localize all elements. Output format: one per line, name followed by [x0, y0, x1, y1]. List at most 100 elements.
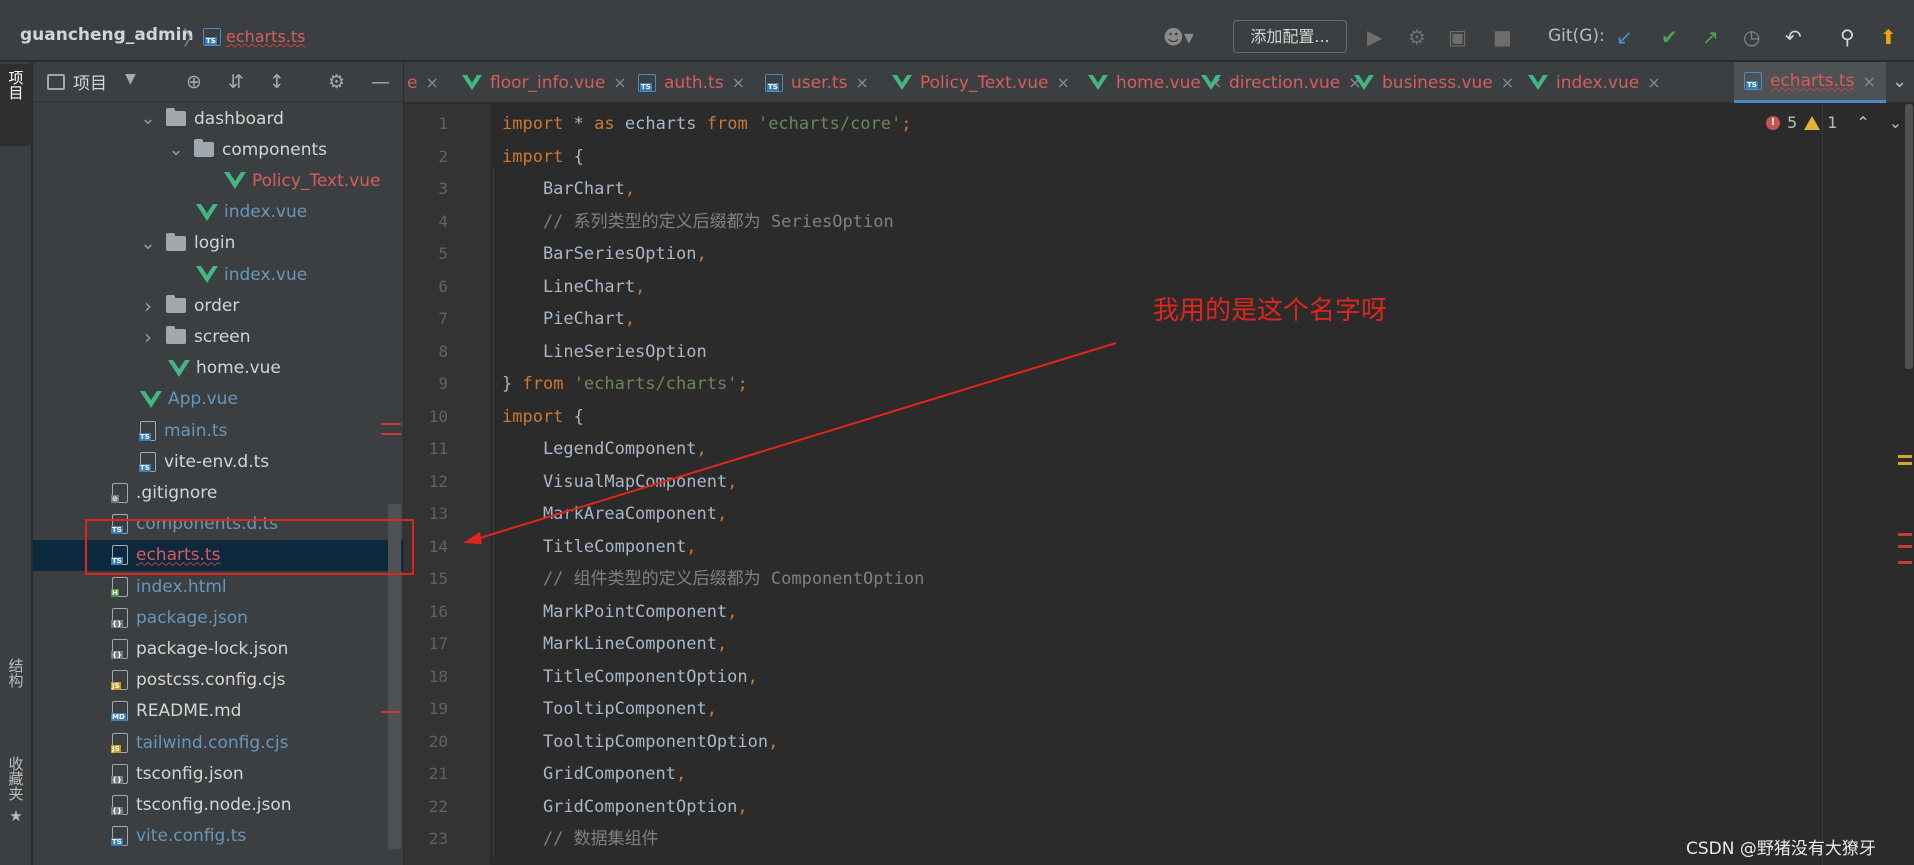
editor-tab[interactable]: user.ts ×: [765, 62, 869, 103]
close-icon[interactable]: ×: [855, 73, 868, 92]
tree-file[interactable]: {} tsconfig.node.json: [33, 789, 403, 820]
gear-icon[interactable]: ⚙: [328, 71, 345, 93]
code-line[interactable]: PieChart,: [502, 303, 635, 335]
run-icon[interactable]: ▶: [1367, 25, 1382, 49]
editor-tab[interactable]: echarts.ts ×: [1734, 62, 1886, 103]
chevron-right-icon[interactable]: ›: [140, 294, 156, 318]
code-line[interactable]: TooltipComponent,: [502, 693, 717, 725]
editor-scrollbar[interactable]: [1905, 104, 1913, 369]
coverage-icon[interactable]: ▣: [1448, 25, 1467, 49]
code-line[interactable]: // 数据集组件: [502, 823, 659, 855]
error-stripe-marker[interactable]: [1898, 545, 1912, 548]
code-line[interactable]: // 系列类型的定义后缀都为 SeriesOption: [502, 206, 894, 238]
collapse-all-icon[interactable]: ↕: [269, 71, 285, 93]
tree-folder[interactable]: ⌄ components: [33, 134, 403, 165]
code-line[interactable]: BarSeriesOption,: [502, 238, 707, 270]
code-line[interactable]: TitleComponentOption,: [502, 661, 758, 693]
close-icon[interactable]: ×: [732, 73, 745, 92]
breadcrumb-project[interactable]: guancheng_admin: [20, 25, 194, 45]
locate-icon[interactable]: ⊕: [186, 71, 202, 93]
code-line[interactable]: GridComponent,: [502, 758, 686, 790]
code-line[interactable]: GridComponentOption,: [502, 791, 748, 823]
code-line[interactable]: LineChart,: [502, 271, 645, 303]
editor-tab[interactable]: direction.vue ×: [1201, 62, 1362, 103]
tree-file[interactable]: Policy_Text.vue: [33, 165, 403, 196]
chevron-down-icon[interactable]: ⌄: [140, 108, 156, 129]
git-push-icon[interactable]: ↗: [1702, 25, 1719, 49]
editor-tab[interactable]: floor_info.vue ×: [462, 62, 627, 103]
tree-file[interactable]: TS main.ts: [33, 415, 403, 446]
add-configuration-button[interactable]: 添加配置...: [1233, 20, 1347, 53]
code-line[interactable]: import {: [502, 401, 584, 433]
undo-icon[interactable]: ↶: [1785, 25, 1802, 49]
chevron-up-icon[interactable]: ⌃: [1856, 113, 1869, 132]
tree-file[interactable]: {} tsconfig.json: [33, 758, 403, 789]
tree-file[interactable]: TS vite-env.d.ts: [33, 446, 403, 477]
warning-stripe-marker[interactable]: [1898, 462, 1912, 465]
minimize-icon[interactable]: —: [371, 71, 390, 93]
bookmarks-tool-tab[interactable]: 收藏夹 ★: [0, 750, 32, 845]
editor-tab[interactable]: auth.ts ×: [638, 62, 745, 103]
tree-file[interactable]: home.vue: [33, 353, 403, 384]
user-icon[interactable]: ☻▾: [1163, 25, 1194, 49]
code-line[interactable]: VisualMapComponent,: [502, 466, 737, 498]
code-line[interactable]: } from 'echarts/charts';: [502, 368, 748, 400]
warning-stripe-marker[interactable]: [1898, 455, 1912, 458]
close-icon[interactable]: ×: [1056, 73, 1069, 92]
editor-tab[interactable]: index.vue ×: [1528, 62, 1661, 103]
project-tool-tab[interactable]: 项目: [0, 64, 32, 146]
code-line[interactable]: MarkLineComponent,: [502, 628, 727, 660]
close-icon[interactable]: ×: [425, 73, 438, 92]
chevron-right-icon[interactable]: ›: [140, 325, 156, 349]
code-line[interactable]: import * as echarts from 'echarts/core';: [502, 108, 912, 140]
chevron-down-icon[interactable]: ⌄: [1889, 113, 1902, 132]
git-commit-icon[interactable]: ✔: [1661, 25, 1678, 49]
editor-tab[interactable]: e ×: [407, 62, 439, 103]
close-icon[interactable]: ×: [613, 73, 626, 92]
tree-folder[interactable]: ⌄ login: [33, 228, 403, 259]
code-line[interactable]: TooltipComponentOption,: [502, 726, 778, 758]
tree-file[interactable]: index.vue: [33, 197, 403, 228]
error-stripe-marker[interactable]: [1898, 561, 1912, 564]
code-line[interactable]: import {: [502, 141, 584, 173]
update-icon[interactable]: ⬆: [1880, 25, 1897, 49]
git-update-icon[interactable]: ↙: [1616, 25, 1633, 49]
chevron-down-icon[interactable]: ⌄: [168, 139, 184, 160]
debug-icon[interactable]: ⚙: [1408, 25, 1426, 49]
structure-tool-tab[interactable]: 结构: [0, 652, 32, 732]
code-line[interactable]: BarChart,: [502, 173, 635, 205]
close-icon[interactable]: ×: [1501, 73, 1514, 92]
tree-folder[interactable]: › order: [33, 290, 403, 321]
code-editor[interactable]: import * as echarts from 'echarts/core';…: [490, 104, 1914, 865]
code-line[interactable]: LineSeriesOption: [502, 336, 707, 368]
chevron-down-icon[interactable]: ⌄: [140, 233, 156, 254]
close-icon[interactable]: ×: [1862, 72, 1875, 91]
chevron-down-icon[interactable]: ▼: [125, 71, 136, 87]
tree-folder[interactable]: ⌄ dashboard: [33, 103, 403, 134]
tree-file[interactable]: JS postcss.config.cjs: [33, 665, 403, 696]
error-stripe-marker[interactable]: [1898, 533, 1912, 536]
tree-folder[interactable]: › screen: [33, 321, 403, 352]
tree-file[interactable]: MD README.md: [33, 696, 403, 727]
tree-file[interactable]: Hindex.html: [33, 571, 403, 602]
code-line[interactable]: // 组件类型的定义后缀都为 ComponentOption: [502, 563, 924, 595]
stop-icon[interactable]: ■: [1493, 25, 1512, 49]
expand-all-icon[interactable]: ⇵: [228, 71, 244, 93]
code-line[interactable]: LegendComponent,: [502, 433, 707, 465]
tree-file[interactable]: ⊘ .gitignore: [33, 477, 403, 508]
tree-file[interactable]: index.vue: [33, 259, 403, 290]
tree-file[interactable]: {} package.json: [33, 602, 403, 633]
project-panel-title[interactable]: 项目: [73, 69, 107, 94]
tree-file[interactable]: App.vue: [33, 384, 403, 415]
tab-overflow-chevron-icon[interactable]: ⌄: [1892, 71, 1907, 92]
code-line[interactable]: TitleComponent,: [502, 531, 697, 563]
tree-file[interactable]: TS vite.config.ts: [33, 821, 403, 852]
close-icon[interactable]: ×: [1647, 73, 1660, 92]
git-history-icon[interactable]: ◷: [1743, 25, 1760, 49]
search-icon[interactable]: ⚲: [1840, 25, 1855, 49]
inspection-widget[interactable]: ! 5 1 ⌃ ⌄: [1766, 113, 1902, 132]
tree-file[interactable]: {} package-lock.json: [33, 633, 403, 664]
editor-tab[interactable]: business.vue ×: [1354, 62, 1514, 103]
breadcrumb-file[interactable]: echarts.ts: [203, 27, 305, 46]
tree-file[interactable]: JS tailwind.config.cjs: [33, 727, 403, 758]
